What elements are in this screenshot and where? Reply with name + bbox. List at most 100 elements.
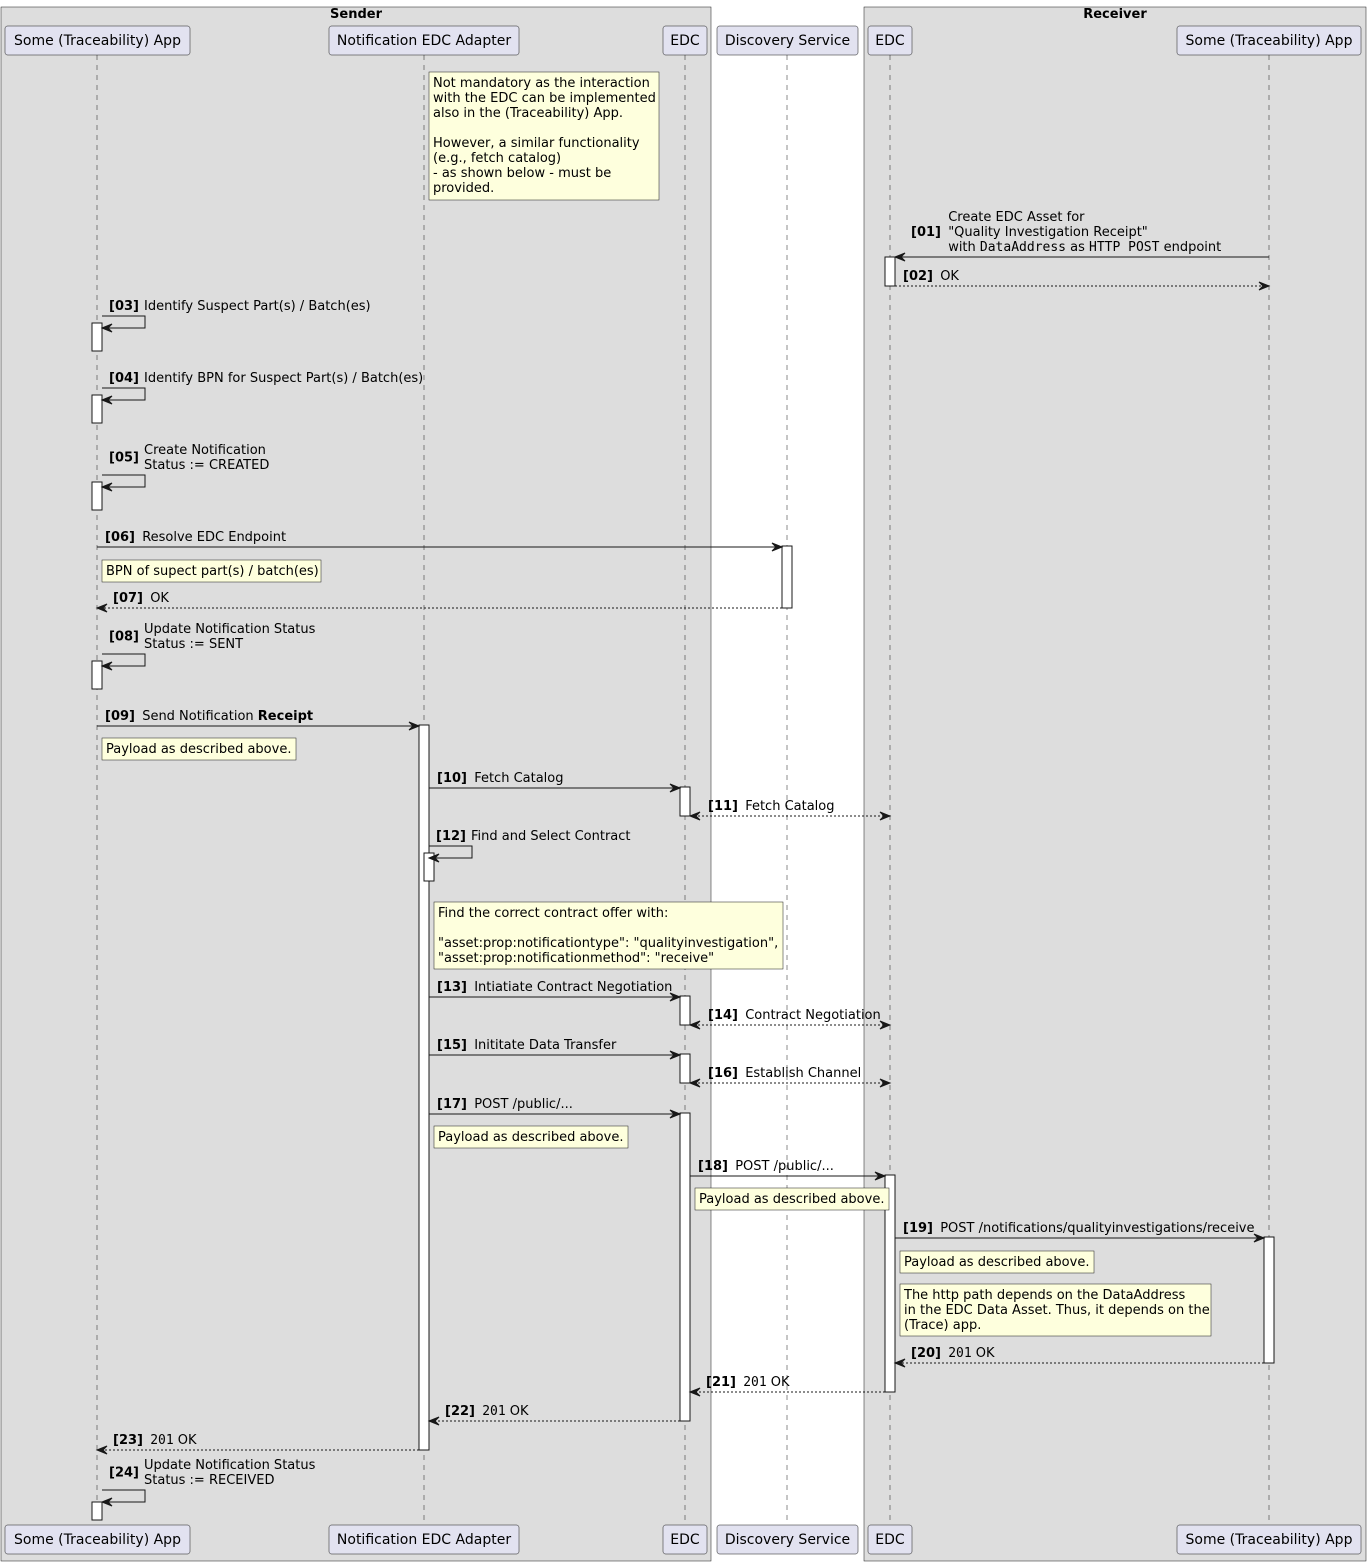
message-number: [03] xyxy=(109,299,139,314)
activation-bar xyxy=(884,256,896,287)
message-number: [07] xyxy=(113,591,143,606)
message-label: Find and Select Contract xyxy=(471,829,631,844)
note-payload-3: Payload as described above. xyxy=(694,1187,890,1211)
message-label: OK xyxy=(150,591,169,606)
note-text: "asset:prop:notificationmethod": "receiv… xyxy=(438,951,714,966)
message-18: [18] POST /public/... xyxy=(690,1159,887,1181)
participant-label: Some (Traceability) App xyxy=(14,33,181,49)
message-number: [01] xyxy=(911,225,941,240)
message-number: [05] xyxy=(109,451,139,466)
message-number: [06] xyxy=(105,530,135,545)
activation-bar xyxy=(418,724,430,1451)
participant-s_app-top: Some (Traceability) App xyxy=(4,25,191,56)
activation-bar xyxy=(679,786,691,817)
participant-s_edc-top: EDC xyxy=(662,25,708,56)
participant-r_edc-top: EDC xyxy=(867,25,913,56)
message-number: [08] xyxy=(109,630,139,645)
activation-bar xyxy=(679,1112,691,1422)
message-number: [23] xyxy=(113,1433,143,1448)
message-label: Contract Negotiation xyxy=(745,1008,881,1023)
message-number: [19] xyxy=(903,1221,933,1236)
participant-s_edc-bottom: EDC xyxy=(662,1524,708,1555)
message-label: POST /public/... xyxy=(735,1159,834,1174)
message-11: [11] Fetch Catalog xyxy=(688,799,892,821)
message-label: Update Notification Status xyxy=(144,1458,316,1473)
group-box-sender: Sender xyxy=(0,6,712,1562)
message-label: "Quality Investigation Receipt" xyxy=(948,225,1148,240)
note-not-mandatory: Not mandatory as the interactionwith the… xyxy=(428,71,660,201)
message-number: [14] xyxy=(708,1008,738,1023)
message-label: Create EDC Asset for xyxy=(948,210,1085,225)
note-contract-offer: Find the correct contract offer with: "as… xyxy=(433,901,784,970)
participant-label: Notification EDC Adapter xyxy=(337,33,511,49)
participant-r_app-bottom: Some (Traceability) App xyxy=(1176,1524,1362,1555)
message-label: Create Notification xyxy=(144,443,266,458)
activation-bar xyxy=(1263,1236,1275,1364)
message-number: [15] xyxy=(437,1038,467,1053)
message-label: 201 OK xyxy=(948,1346,995,1361)
message-number: [22] xyxy=(445,1404,475,1419)
participant-discovery-top: Discovery Service xyxy=(716,25,859,56)
activation-bar xyxy=(91,322,103,352)
participant-label: Some (Traceability) App xyxy=(1186,33,1353,49)
note-text: Find the correct contract offer with: xyxy=(438,906,668,921)
message-label: Inititate Data Transfer xyxy=(474,1038,617,1053)
note-text: also in the (Traceability) App. xyxy=(433,106,623,121)
message-21: [21] 201 OK xyxy=(688,1375,885,1397)
note-bpn: BPN of supect part(s) / batch(es) xyxy=(101,559,322,583)
note-text: Payload as described above. xyxy=(106,742,291,757)
note-text: (Trace) app. xyxy=(904,1318,981,1333)
note-payload-2: Payload as described above. xyxy=(433,1125,629,1149)
note-text: with the EDC can be implemented xyxy=(433,91,656,106)
message-16: [16] Establish Channel xyxy=(688,1066,892,1088)
message-label: 201 OK xyxy=(743,1375,790,1390)
message-label: Establish Channel xyxy=(745,1066,861,1081)
message-number: [21] xyxy=(706,1375,736,1390)
participant-discovery-bottom: Discovery Service xyxy=(716,1524,859,1555)
note-text: Payload as described above. xyxy=(699,1192,884,1207)
note-text: provided. xyxy=(433,181,494,196)
message-label: Identify Suspect Part(s) / Batch(es) xyxy=(144,299,371,314)
message-label: Fetch Catalog xyxy=(745,799,834,814)
message-label: POST /public/... xyxy=(474,1097,573,1112)
group-title-receiver: Receiver xyxy=(1083,7,1147,22)
participant-s_app-bottom: Some (Traceability) App xyxy=(4,1524,191,1555)
note-text: - as shown below - must be xyxy=(433,166,611,181)
participant-label: EDC xyxy=(670,33,700,49)
participant-r_app-top: Some (Traceability) App xyxy=(1176,25,1362,56)
note-payload-1: Payload as described above. xyxy=(101,737,297,761)
participant-s_adapter-top: Notification EDC Adapter xyxy=(328,25,520,56)
message-number: [12] xyxy=(436,829,466,844)
note-text: The http path depends on the DataAddress xyxy=(903,1288,1186,1303)
activation-bar xyxy=(91,394,103,424)
message-number: [10] xyxy=(437,771,467,786)
message-number: [09] xyxy=(105,709,135,724)
group-title-sender: Sender xyxy=(330,7,383,22)
note-text: Payload as described above. xyxy=(438,1130,623,1145)
message-14: [14] Contract Negotiation xyxy=(688,1008,892,1030)
activation-bar xyxy=(679,1053,691,1084)
message-number: [17] xyxy=(437,1097,467,1112)
message-label: Update Notification Status xyxy=(144,622,316,637)
sequence-diagram: Sender Receiver Not mandatory as the int… xyxy=(0,6,1367,1562)
note-text: However, a similar functionality xyxy=(433,136,640,151)
message-number: [24] xyxy=(109,1466,139,1481)
message-number: [02] xyxy=(903,269,933,284)
message-label: Send Notification Receipt xyxy=(142,709,313,724)
activation-bar xyxy=(91,481,103,511)
message-number: [18] xyxy=(698,1159,728,1174)
note-text: in the EDC Data Asset. Thus, it depends … xyxy=(904,1303,1210,1318)
participant-s_adapter-bottom: Notification EDC Adapter xyxy=(328,1524,520,1555)
message-label: with DataAddress as HTTP POST endpoint xyxy=(948,240,1221,255)
note-http-path: The http path depends on the DataAddress… xyxy=(899,1283,1212,1337)
participant-label: Some (Traceability) App xyxy=(1186,1532,1353,1548)
participant-label: Discovery Service xyxy=(725,1532,850,1548)
note-text: Payload as described above. xyxy=(904,1255,1089,1270)
activation-bar xyxy=(91,660,103,690)
activation-bar xyxy=(679,995,691,1026)
message-label: POST /notifications/qualityinvestigation… xyxy=(940,1221,1254,1236)
message-label: Identify BPN for Suspect Part(s) / Batch… xyxy=(144,371,423,386)
participant-label: Some (Traceability) App xyxy=(14,1532,181,1548)
participant-r_edc-bottom: EDC xyxy=(867,1524,913,1555)
message-label: OK xyxy=(940,269,959,284)
